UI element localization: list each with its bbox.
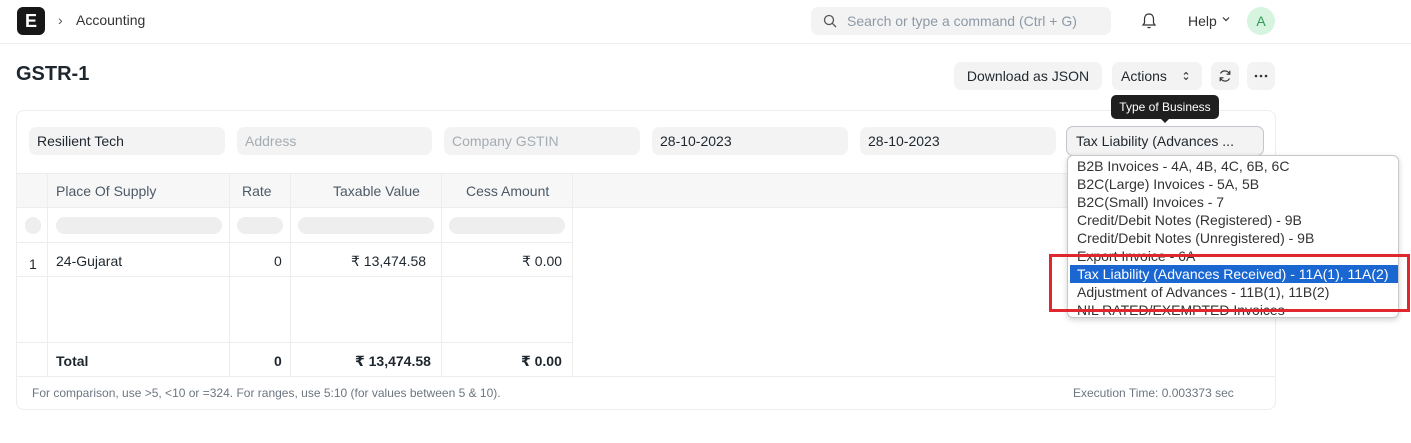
grid-line [17,276,573,277]
filter-placeholder [25,217,41,234]
column-taxable-value[interactable]: Taxable Value [333,183,420,199]
actions-button[interactable]: Actions [1112,62,1202,90]
breadcrumb-accounting[interactable]: Accounting [76,12,145,28]
cell-cess-amount[interactable]: ₹ 0.00 [522,253,562,270]
refresh-button[interactable] [1211,62,1239,90]
download-json-button[interactable]: Download as JSON [954,62,1102,90]
company-gstin-filter[interactable]: Company GSTIN [444,127,640,155]
total-label: Total [56,353,89,369]
select-arrows-icon [1183,71,1189,81]
search-icon [823,14,837,28]
company-filter[interactable]: Resilient Tech [29,127,225,155]
actions-label: Actions [1121,68,1167,84]
column-place-of-supply[interactable]: Place Of Supply [56,183,156,199]
avatar[interactable]: A [1247,7,1275,35]
breadcrumb-separator-icon: › [58,12,63,28]
grid-line [17,376,1275,377]
option-cdn-registered[interactable]: Credit/Debit Notes (Registered) - 9B [1070,211,1398,229]
grid-line [290,173,291,377]
grid-line [441,173,442,377]
row-index: 1 [29,256,37,272]
filter-placeholder [56,217,222,234]
column-rate[interactable]: Rate [242,183,272,199]
filter-placeholder [237,217,283,234]
option-b2c-large[interactable]: B2C(Large) Invoices - 5A, 5B [1070,175,1398,193]
from-date-filter[interactable]: 28-10-2023 [652,127,848,155]
option-b2b-invoices[interactable]: B2B Invoices - 4A, 4B, 4C, 6B, 6C [1070,157,1398,175]
refresh-icon [1219,70,1231,82]
option-b2c-small[interactable]: B2C(Small) Invoices - 7 [1070,193,1398,211]
execution-time: Execution Time: 0.003373 sec [1073,386,1234,400]
total-cess-amount: ₹ 0.00 [521,353,562,369]
notification-bell-icon[interactable] [1141,12,1157,30]
grid-line [47,173,48,377]
type-of-business-select[interactable]: Tax Liability (Advances ... [1066,126,1264,156]
total-rate: 0 [274,353,282,369]
cell-place-of-supply[interactable]: 24-Gujarat [56,253,122,269]
navbar: E › Accounting Search or type a command … [0,0,1411,44]
option-cdn-unregistered[interactable]: Credit/Debit Notes (Unregistered) - 9B [1070,229,1398,247]
to-date-filter[interactable]: 28-10-2023 [860,127,1056,155]
filter-placeholder [449,217,565,234]
search-input[interactable]: Search or type a command (Ctrl + G) [811,7,1111,35]
grid-line [17,242,573,243]
tooltip-arrow [1160,118,1170,123]
app-logo[interactable]: E [17,7,45,35]
filter-hint: For comparison, use >5, <10 or =324. For… [32,386,501,400]
cell-taxable-value[interactable]: ₹ 13,474.58 [351,253,426,270]
type-of-business-tooltip: Type of Business [1111,95,1219,119]
ellipsis-icon [1254,74,1268,78]
filter-placeholder [298,217,434,234]
column-cess-amount[interactable]: Cess Amount [466,183,549,199]
page-title: GSTR-1 [16,63,90,85]
grid-line [229,173,230,377]
help-menu[interactable]: Help [1188,13,1217,29]
more-options-button[interactable] [1247,62,1275,90]
chevron-down-icon [1222,17,1230,22]
address-filter[interactable]: Address [237,127,432,155]
grid-line [572,173,573,377]
total-taxable-value: ₹ 13,474.58 [355,353,431,369]
cell-rate[interactable]: 0 [274,253,282,269]
highlight-annotation [1049,254,1410,312]
grid-line [17,342,573,343]
search-placeholder: Search or type a command (Ctrl + G) [847,13,1077,29]
